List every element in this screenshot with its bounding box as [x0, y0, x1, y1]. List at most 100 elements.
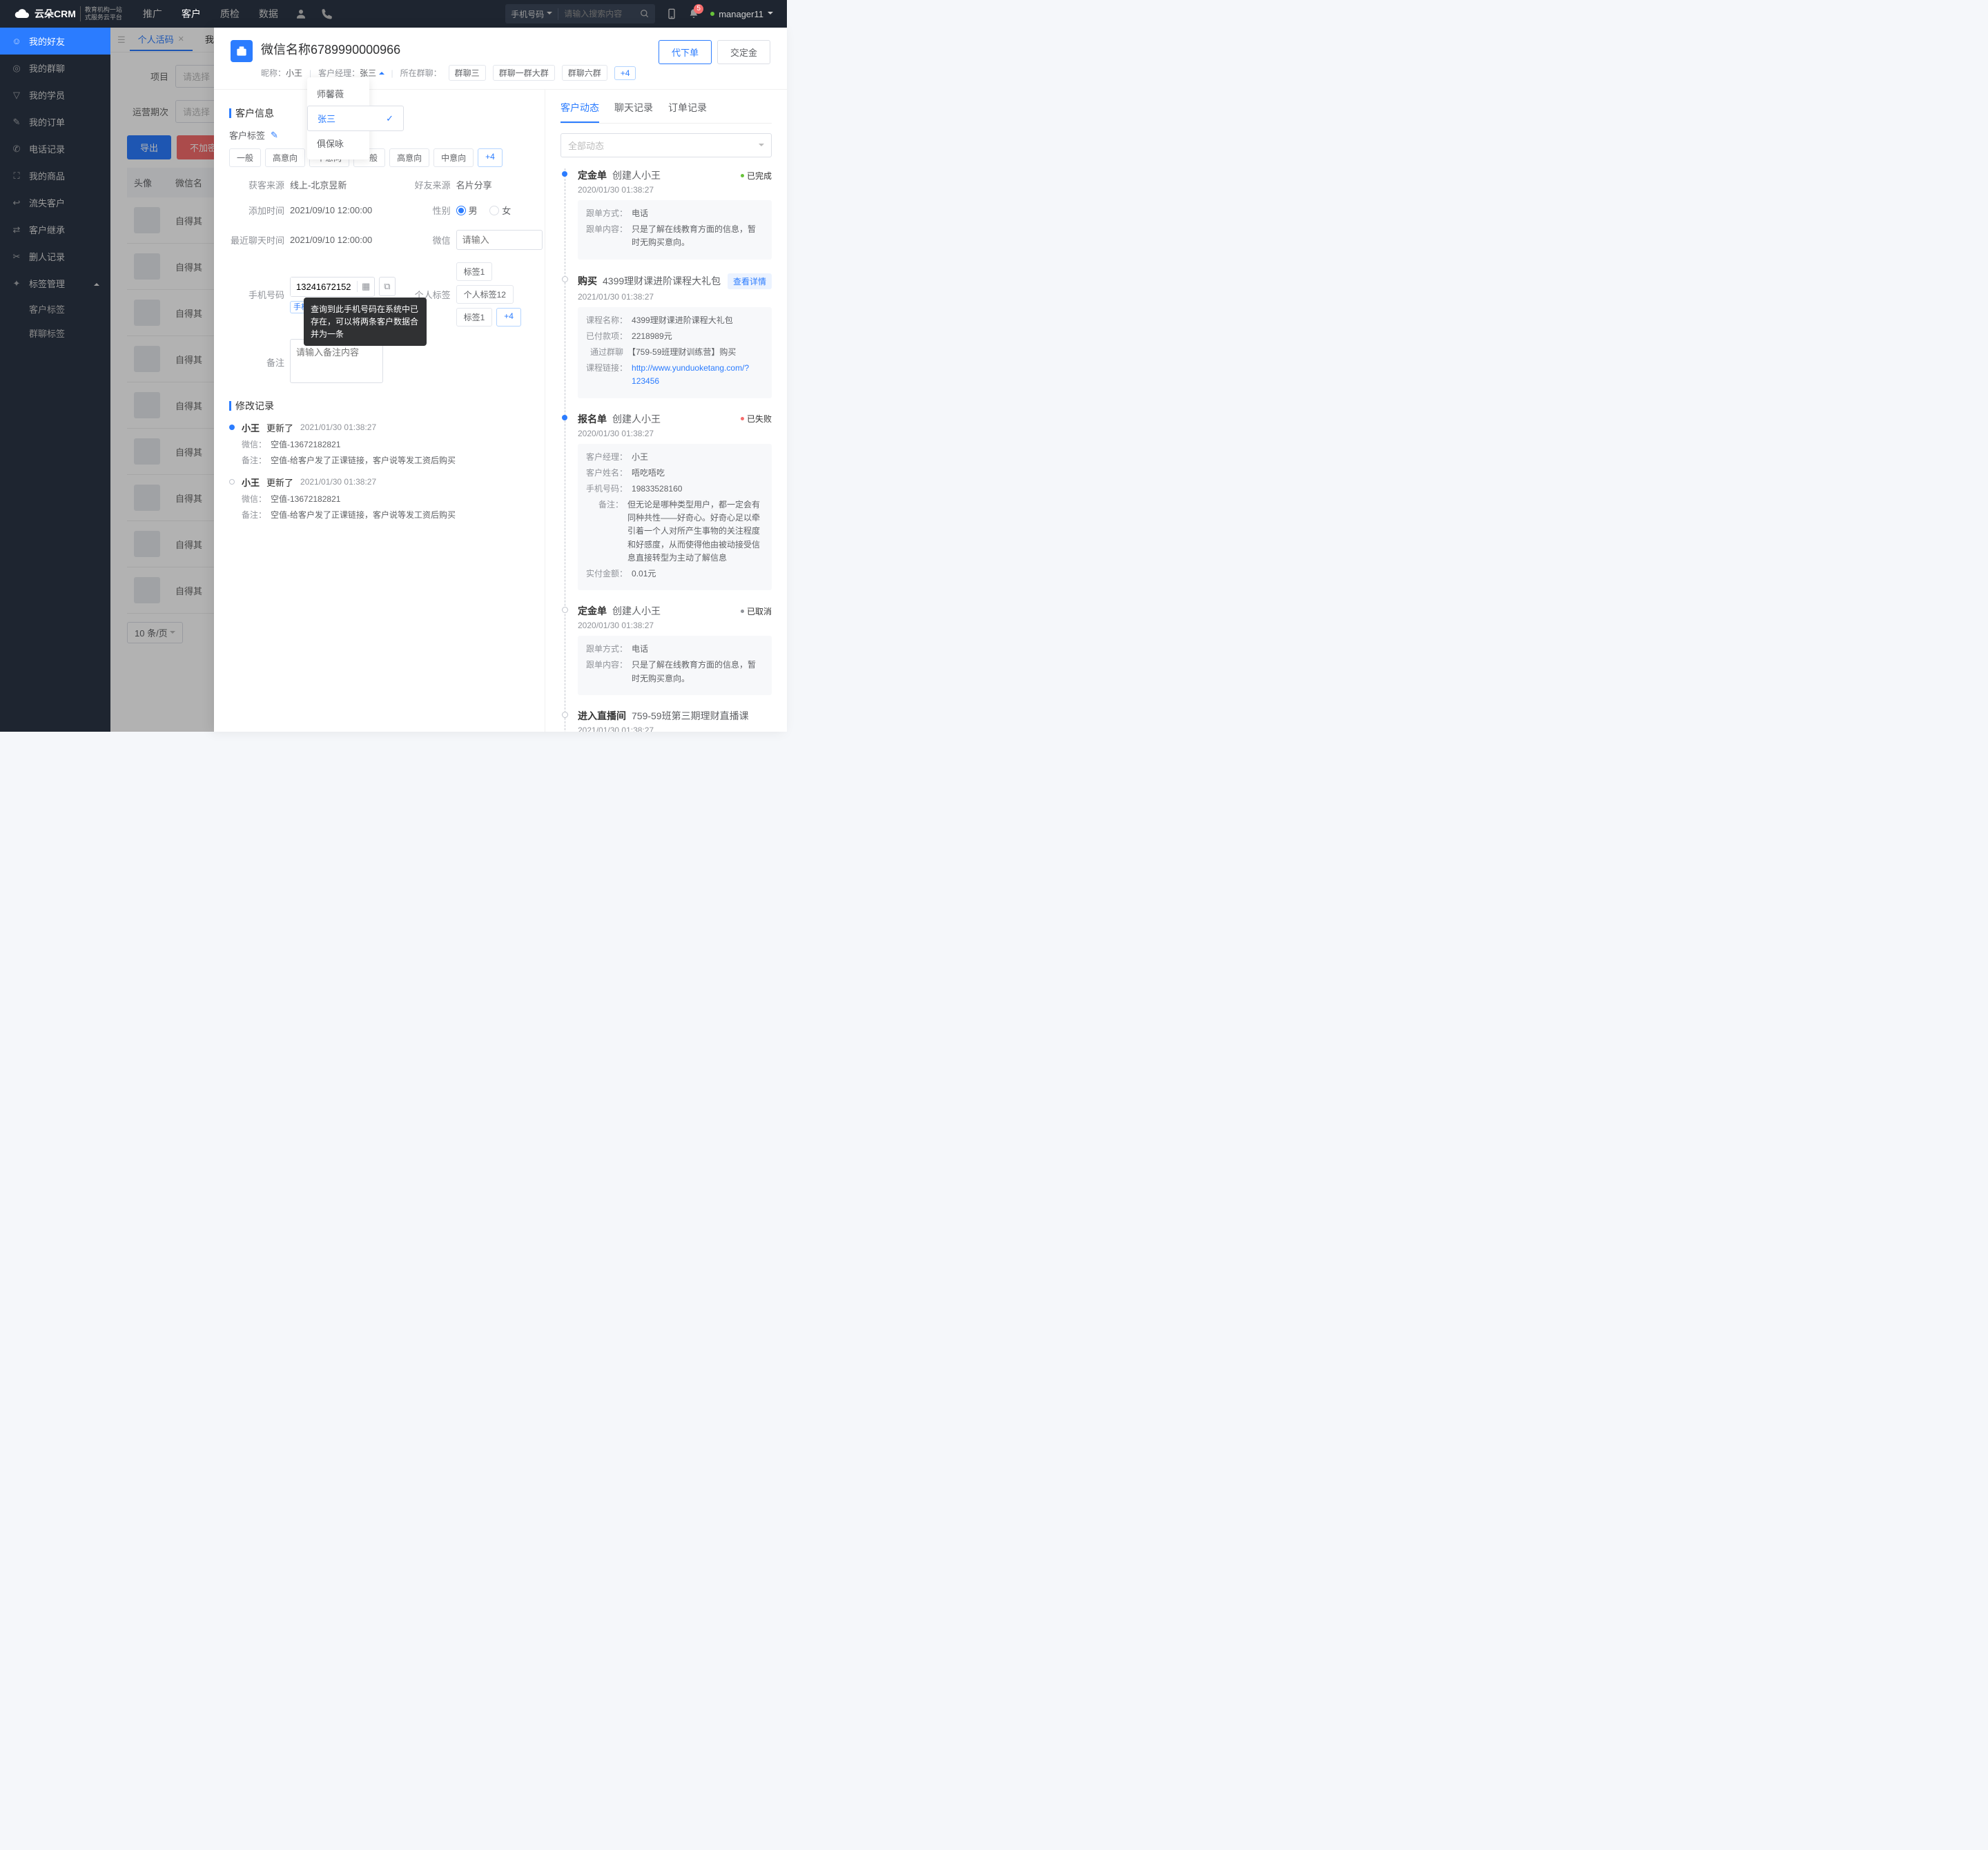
val-lastchat: 2021/09/10 12:00:00: [290, 235, 396, 245]
rtab-chat[interactable]: 聊天记录: [614, 101, 653, 123]
nav-qc[interactable]: 质检: [220, 7, 240, 21]
username: manager11: [719, 9, 763, 19]
tag[interactable]: 高意向: [265, 148, 305, 167]
lbl-source: 获客来源: [229, 178, 284, 191]
radio-male[interactable]: 男: [456, 204, 478, 217]
nav-promo[interactable]: 推广: [143, 7, 162, 21]
group-chip[interactable]: 群聊一群大群: [493, 65, 555, 81]
ptag-more[interactable]: +4: [496, 308, 521, 327]
status-dot: [710, 12, 714, 16]
customer-title: 微信名称6789990000966: [261, 40, 650, 58]
customer-drawer: 微信名称6789990000966 昵称：小王 | 客户经理：张三 | 所在群聊…: [214, 28, 787, 732]
lbl-phone: 手机号码: [229, 288, 284, 301]
info-grid: 获客来源 线上-北京昱新 好友来源 名片分享 添加时间 2021/09/10 1…: [229, 178, 529, 385]
app-header: 云朵CRM 教育机构一站式服务云平台 推广 客户 质检 数据 手机号码 5 ma…: [0, 0, 787, 28]
bell-icon[interactable]: 5: [688, 8, 699, 19]
lbl-lastchat: 最近聊天时间: [229, 233, 284, 246]
deposit-button[interactable]: 交定金: [717, 40, 770, 64]
side-sub-grouptags[interactable]: 群聊标签: [0, 321, 110, 345]
log-item: 小王更新了2021/01/30 01:38:27微信：空值-1367218282…: [229, 476, 529, 520]
side-sub-custtags[interactable]: 客户标签: [0, 297, 110, 321]
top-nav: 推广 客户 质检 数据: [143, 7, 278, 21]
side-goods[interactable]: ⛶我的商品: [0, 162, 110, 189]
dd-option[interactable]: 师馨薇: [307, 81, 369, 106]
sec-log-title: 修改记录: [229, 399, 529, 413]
mobile-icon[interactable]: [666, 8, 677, 19]
drawer-left: 客户信息 客户标签 ✎ 一般 高意向 中意向 一般 高意向 中意向 +4 获客来…: [214, 90, 545, 732]
timeline-item: 进入直播间759-59班第三期理财直播课2021/01/30 01:38:27通…: [578, 709, 772, 732]
nav-customer[interactable]: 客户: [182, 7, 201, 21]
search-icon[interactable]: [634, 9, 655, 19]
dd-option[interactable]: 俱保咏: [307, 131, 369, 155]
side-delete[interactable]: ✂删人记录: [0, 243, 110, 270]
drawer-right: 客户动态 聊天记录 订单记录 全部动态 定金单创建人小王已完成2020/01/3…: [545, 90, 787, 732]
header-right: 手机号码 5 manager11: [505, 4, 773, 23]
timeline-item: 购买4399理财课进阶课程大礼包查看详情2021/01/30 01:38:27课…: [578, 273, 772, 398]
ptag[interactable]: 个人标签12: [456, 285, 514, 304]
copy-icon[interactable]: ⧉: [379, 277, 395, 296]
mgr-dropdown: 师馨薇 张三✓ 俱保咏: [307, 77, 369, 159]
dd-option-selected[interactable]: 张三✓: [307, 106, 404, 131]
right-tabs: 客户动态 聊天记录 订单记录: [561, 101, 772, 124]
view-detail[interactable]: 查看详情: [728, 273, 772, 289]
chevron-down-icon: [768, 12, 773, 17]
logo: 云朵CRM 教育机构一站式服务云平台: [14, 6, 122, 21]
user-menu[interactable]: manager11: [710, 9, 773, 19]
tag[interactable]: 中意向: [433, 148, 474, 167]
place-order-button[interactable]: 代下单: [659, 40, 712, 64]
sidebar: ☺我的好友 ◎我的群聊 ▽我的学员 ✎我的订单 ✆电话记录 ⛶我的商品 ↩流失客…: [0, 28, 110, 732]
rtab-orders[interactable]: 订单记录: [668, 101, 707, 123]
side-lost[interactable]: ↩流失客户: [0, 189, 110, 216]
tag-more[interactable]: +4: [478, 148, 503, 167]
timeline-item: 定金单创建人小王已取消2020/01/30 01:38:27跟单方式：电话跟单内…: [578, 604, 772, 695]
customer-avatar: [231, 40, 253, 62]
ptag[interactable]: 标签1: [456, 262, 493, 281]
brand-sub: 教育机构一站式服务云平台: [80, 6, 122, 21]
gender-radios: 男 女: [456, 204, 543, 217]
tag[interactable]: 高意向: [389, 148, 429, 167]
log-item: 小王更新了2021/01/30 01:38:27微信：空值-1367218282…: [229, 421, 529, 466]
nav-data[interactable]: 数据: [259, 7, 278, 21]
customer-tags: 一般 高意向 中意向 一般 高意向 中意向 +4: [229, 148, 529, 167]
group-chip[interactable]: 群聊三: [449, 65, 486, 81]
wechat-input[interactable]: [456, 230, 543, 250]
timeline: 定金单创建人小王已完成2020/01/30 01:38:27跟单方式：电话跟单内…: [565, 168, 772, 732]
group-more[interactable]: +4: [614, 66, 636, 80]
val-source: 线上-北京昱新: [290, 178, 396, 191]
phone-icon[interactable]: [321, 8, 333, 20]
side-groups[interactable]: ◎我的群聊: [0, 55, 110, 81]
side-inherit[interactable]: ⇄客户继承: [0, 216, 110, 243]
timeline-item: 定金单创建人小王已完成2020/01/30 01:38:27跟单方式：电话跟单内…: [578, 168, 772, 260]
val-added: 2021/09/10 12:00:00: [290, 205, 396, 215]
val-friend-src: 名片分享: [456, 178, 543, 191]
user-icon[interactable]: [295, 8, 307, 20]
contacts-icon[interactable]: ▦: [357, 281, 374, 292]
activity-filter[interactable]: 全部动态: [561, 133, 772, 157]
ptag[interactable]: 标签1: [456, 308, 493, 327]
search-box: 手机号码: [505, 4, 655, 23]
side-students[interactable]: ▽我的学员: [0, 81, 110, 108]
lbl-note: 备注: [229, 356, 284, 369]
lbl-friend-src: 好友来源: [401, 178, 451, 191]
phone-input[interactable]: [291, 278, 357, 296]
lbl-added: 添加时间: [229, 204, 284, 217]
side-calls[interactable]: ✆电话记录: [0, 135, 110, 162]
side-tags[interactable]: ✦标签管理: [0, 270, 110, 297]
drawer-actions: 代下单 交定金: [659, 40, 770, 64]
search-input[interactable]: [558, 9, 634, 19]
timeline-item: 报名单创建人小王已失败2020/01/30 01:38:27客户经理：小王客户姓…: [578, 412, 772, 591]
lbl-gender: 性别: [401, 204, 451, 217]
notif-badge: 5: [694, 4, 703, 14]
tag[interactable]: 一般: [229, 148, 261, 167]
cloud-icon: [14, 7, 30, 21]
lbl-wechat: 微信: [401, 233, 451, 246]
rtab-activity[interactable]: 客户动态: [561, 101, 599, 123]
search-type[interactable]: 手机号码: [505, 8, 558, 20]
check-icon: ✓: [386, 113, 393, 124]
group-chip[interactable]: 群聊六群: [562, 65, 607, 81]
side-orders[interactable]: ✎我的订单: [0, 108, 110, 135]
phone-tooltip: 查询到此手机号码在系统中已存在，可以将两条客户数据合并为一条: [304, 298, 427, 346]
radio-female[interactable]: 女: [489, 204, 511, 217]
side-friends[interactable]: ☺我的好友: [0, 28, 110, 55]
edit-tags-icon[interactable]: ✎: [271, 130, 278, 141]
